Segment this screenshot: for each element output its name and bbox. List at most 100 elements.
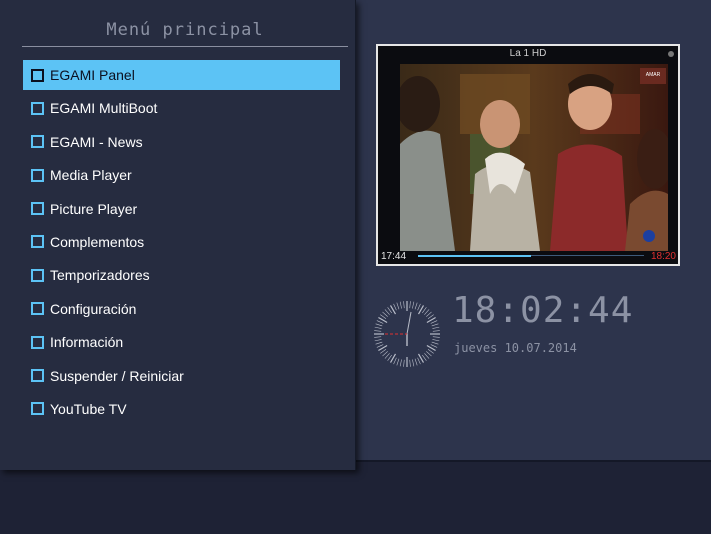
menu-item-label: Complementos	[50, 233, 145, 250]
clock-tick	[387, 307, 392, 314]
progress-track	[418, 255, 644, 257]
clock-tick	[432, 339, 440, 342]
menu-divider	[22, 46, 348, 47]
clock-tick	[422, 354, 427, 361]
menu-item-configuracion[interactable]: Configuración	[23, 294, 340, 324]
clock-tick	[426, 351, 432, 357]
checkbox-icon	[31, 402, 44, 416]
channel-name: La 1 HD	[509, 48, 547, 59]
menu-list: EGAMI Panel EGAMI MultiBoot EGAMI - News…	[23, 60, 340, 427]
clock-date: jueves 10.07.2014	[454, 341, 577, 355]
checkbox-icon	[31, 135, 44, 149]
clock-tick	[384, 309, 390, 315]
clock-tick	[412, 301, 415, 309]
menu-item-label: EGAMI Panel	[50, 67, 135, 83]
clock-tick	[380, 314, 387, 319]
clock-tick	[409, 359, 411, 367]
menu-item-suspender-reiniciar[interactable]: Suspender / Reiniciar	[23, 361, 340, 391]
clock-tick	[382, 311, 388, 317]
menu-item-label: Picture Player	[50, 200, 138, 217]
clock-tick	[375, 341, 383, 345]
checkbox-icon	[31, 335, 44, 349]
menu-item-label: Configuración	[50, 300, 137, 317]
menu-item-media-player[interactable]: Media Player	[23, 160, 340, 190]
clock-tick	[375, 323, 383, 327]
clock-tick	[384, 353, 390, 359]
clock-tick	[424, 309, 430, 315]
menu-item-label: EGAMI - News	[50, 133, 143, 150]
checkbox-icon	[31, 302, 44, 316]
clock-tick	[376, 344, 384, 348]
clock-tick	[374, 330, 382, 332]
clock-tick	[414, 302, 418, 310]
menu-item-label: Temporizadores	[50, 267, 150, 284]
clock-tick	[412, 359, 415, 367]
svg-text:AMAR: AMAR	[646, 72, 661, 78]
clock-tick	[417, 303, 421, 311]
video-picture: AMAR	[400, 64, 668, 251]
clock-tick	[396, 302, 400, 310]
clock-tick	[432, 330, 440, 332]
clock-tick	[424, 353, 430, 359]
end-time: 18:20	[650, 251, 676, 262]
checkbox-icon	[31, 268, 44, 282]
clock-time: 18:02:44	[452, 290, 634, 331]
start-time: 17:44	[381, 251, 407, 262]
clock-tick	[409, 301, 411, 309]
clock-tick	[431, 323, 439, 327]
tv-preview: La 1 HD AMAR 17:44 18:20	[376, 44, 680, 266]
clock-tick	[374, 326, 382, 329]
analog-clock-icon	[374, 301, 440, 367]
checkbox-icon	[31, 101, 44, 115]
clock-tick	[426, 311, 432, 317]
clock-tick	[422, 307, 427, 314]
clock-tick	[393, 303, 397, 311]
clock-tick	[417, 357, 421, 365]
clock-tick	[427, 349, 434, 354]
progress-fill	[418, 255, 531, 257]
bottom-bar	[0, 460, 711, 534]
clock-tick	[376, 320, 384, 324]
clock-tick	[432, 336, 440, 338]
checkbox-icon	[31, 68, 44, 82]
menu-item-egami-news[interactable]: EGAMI - News	[23, 127, 340, 157]
menu-item-youtube-tv[interactable]: YouTube TV	[23, 394, 340, 424]
video-scene: AMAR	[400, 64, 668, 251]
clock-tick	[396, 358, 400, 366]
clock-tick	[430, 320, 438, 324]
menu-item-complementos[interactable]: Complementos	[23, 227, 340, 257]
clock-tick	[393, 357, 397, 365]
menu-item-label: Suspender / Reiniciar	[50, 367, 184, 384]
menu-item-picture-player[interactable]: Picture Player	[23, 194, 340, 224]
record-indicator-icon	[668, 51, 674, 57]
clock-tick	[374, 339, 382, 342]
menu-item-label: EGAMI MultiBoot	[50, 100, 158, 117]
clock-tick	[399, 301, 402, 309]
clock-tick	[399, 359, 402, 367]
clock-tick	[432, 326, 440, 329]
menu-item-label: Media Player	[50, 167, 132, 184]
clock-tick	[387, 354, 392, 361]
menu-item-egami-multiboot[interactable]: EGAMI MultiBoot	[23, 93, 340, 123]
clock-tick	[374, 336, 382, 338]
menu-item-informacion[interactable]: Información	[23, 327, 340, 357]
menu-item-label: YouTube TV	[50, 400, 127, 417]
clock-hand	[406, 311, 412, 335]
clock-tick	[427, 314, 434, 319]
checkbox-icon	[31, 369, 44, 383]
menu-item-label: Información	[50, 334, 124, 351]
clock-tick	[403, 301, 405, 309]
menu-item-temporizadores[interactable]: Temporizadores	[23, 260, 340, 290]
clock-tick	[430, 344, 438, 348]
clock-tick	[380, 349, 387, 354]
menu-item-egami-panel[interactable]: EGAMI Panel	[23, 60, 340, 90]
checkbox-icon	[31, 202, 44, 216]
screen: Menú principal EGAMI Panel EGAMI MultiBo…	[0, 0, 711, 534]
clock-tick	[431, 341, 439, 345]
checkbox-icon	[31, 168, 44, 182]
clock-tick	[403, 359, 405, 367]
checkbox-icon	[31, 235, 44, 249]
clock-tick	[414, 358, 418, 366]
main-menu-panel: Menú principal EGAMI Panel EGAMI MultiBo…	[0, 0, 356, 470]
clock-tick	[382, 351, 388, 357]
